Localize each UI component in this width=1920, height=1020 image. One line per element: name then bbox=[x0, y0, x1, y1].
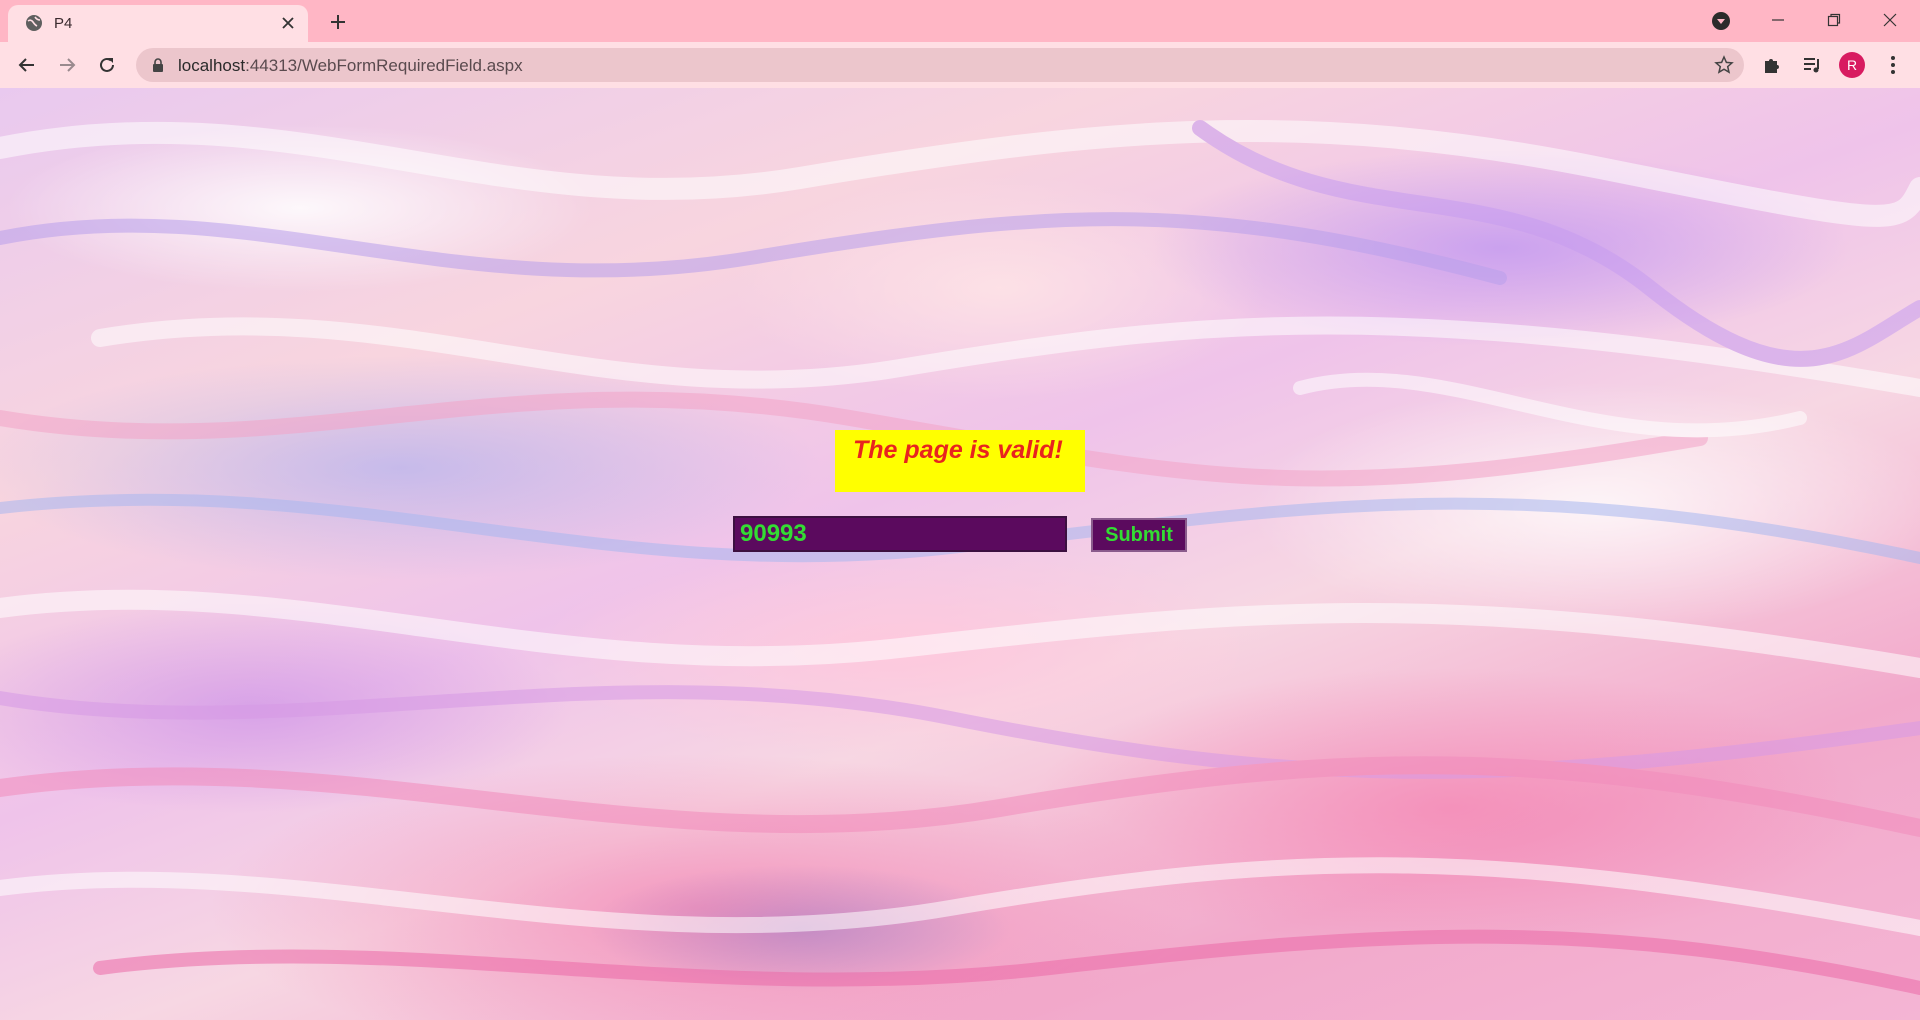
lock-icon[interactable] bbox=[150, 57, 166, 73]
browser-menu-button[interactable] bbox=[1881, 53, 1905, 77]
submit-button[interactable]: Submit bbox=[1091, 518, 1187, 552]
new-tab-button[interactable] bbox=[326, 10, 350, 34]
page-viewport: The page is valid! Submit bbox=[0, 88, 1920, 1020]
restore-icon bbox=[1827, 13, 1841, 27]
arrow-left-icon bbox=[18, 58, 34, 72]
arrow-right-icon bbox=[60, 58, 76, 72]
restore-button[interactable] bbox=[1806, 0, 1862, 40]
plus-icon bbox=[331, 15, 345, 29]
window-close-button[interactable] bbox=[1862, 0, 1918, 40]
media-control-button[interactable] bbox=[1800, 53, 1824, 77]
puzzle-icon bbox=[1765, 59, 1779, 73]
value-input[interactable] bbox=[733, 516, 1067, 552]
url-path: :44313/WebFormRequiredField.aspx bbox=[245, 56, 523, 75]
tab-search-button[interactable] bbox=[1710, 10, 1732, 32]
close-icon bbox=[282, 17, 294, 29]
tab-strip: P4 bbox=[0, 0, 1920, 42]
profile-avatar[interactable]: R bbox=[1839, 52, 1865, 78]
minimize-icon bbox=[1772, 19, 1784, 21]
extensions-button[interactable] bbox=[1760, 53, 1784, 77]
tab-p4[interactable]: P4 bbox=[8, 5, 308, 42]
toolbar: localhost:44313/WebFormRequiredField.asp… bbox=[0, 42, 1920, 88]
url-text: localhost:44313/WebFormRequiredField.asp… bbox=[178, 56, 523, 76]
playlist-icon bbox=[1804, 58, 1819, 73]
forward-button[interactable] bbox=[51, 49, 83, 81]
globe-icon bbox=[26, 15, 42, 31]
address-bar[interactable]: localhost:44313/WebFormRequiredField.asp… bbox=[136, 48, 1744, 82]
chevron-down-icon bbox=[1712, 12, 1730, 30]
tab-title: P4 bbox=[54, 15, 73, 32]
reload-icon bbox=[100, 57, 114, 72]
tab-close-button[interactable] bbox=[278, 13, 298, 33]
close-icon bbox=[1883, 13, 1897, 27]
reload-button[interactable] bbox=[91, 49, 123, 81]
star-icon[interactable] bbox=[1714, 55, 1734, 75]
validation-message: The page is valid! bbox=[835, 430, 1085, 492]
browser-window: P4 localhost:44313/WebFormRequiredField.… bbox=[0, 0, 1920, 1020]
kebab-menu-icon bbox=[1891, 56, 1895, 74]
minimize-button[interactable] bbox=[1750, 0, 1806, 40]
back-button[interactable] bbox=[11, 49, 43, 81]
url-host: localhost bbox=[178, 56, 246, 75]
swirl-background-image bbox=[0, 120, 1920, 995]
